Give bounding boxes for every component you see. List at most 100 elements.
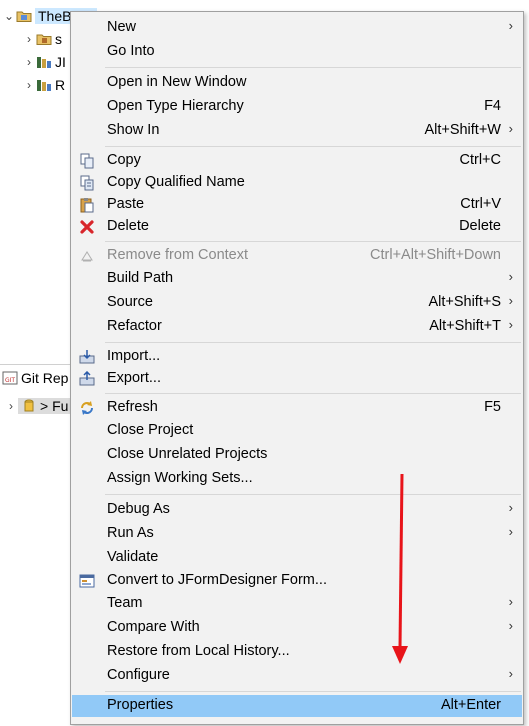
menu-item-open-type-hierarchy[interactable]: Open Type Hierarchy F4 [72, 96, 522, 118]
menu-item-source[interactable]: Source Alt+Shift+S › [72, 292, 522, 314]
menu-item-label: Remove from Context [107, 247, 249, 263]
menu-item-label: Build Path [107, 270, 174, 286]
submenu-arrow-icon: › [508, 317, 513, 332]
menu-item-label: Close Project [107, 422, 194, 438]
tree-row-child[interactable]: › R [22, 75, 65, 95]
chevron-right-icon[interactable]: › [22, 78, 36, 92]
menu-item-run-as[interactable]: Run As › [72, 523, 522, 545]
menu-item-label: Refresh [107, 399, 158, 415]
menu-item-label: Go Into [107, 43, 155, 59]
menu-item-shortcut: Alt+Enter [440, 697, 501, 713]
menu-item-label: Team [107, 595, 143, 611]
menu-item-shortcut: Alt+Shift+S [428, 294, 501, 310]
menu-item-open-in-new-window[interactable]: Open in New Window [72, 72, 522, 94]
jformdesigner-icon [79, 574, 95, 588]
library-icon [37, 80, 51, 91]
submenu-arrow-icon: › [508, 269, 513, 284]
tree-row-child[interactable]: › JI [22, 52, 66, 72]
menu-separator [105, 494, 521, 495]
submenu-arrow-icon: › [508, 666, 513, 681]
tree-row-child[interactable]: › s [22, 29, 62, 49]
copy-icon [80, 153, 94, 169]
menu-item-shortcut: Ctrl+C [459, 152, 502, 168]
chevron-down-icon[interactable]: ⌄ [2, 9, 16, 23]
menu-item-build-path[interactable]: Build Path › [72, 268, 522, 290]
menu-item-label: Show In [107, 122, 160, 138]
tree-child-label[interactable]: R [55, 77, 65, 93]
menu-item-debug-as[interactable]: Debug As › [72, 499, 522, 521]
menu-item-label: Configure [107, 667, 170, 683]
menu-item-new[interactable]: New › [72, 17, 522, 39]
source-folder-icon [36, 34, 52, 45]
menu-item-paste[interactable]: Paste Ctrl+V [72, 194, 522, 216]
menu-item-show-in[interactable]: Show In Alt+Shift+W › [72, 120, 522, 142]
git-repo-item[interactable]: > Fu [18, 398, 72, 414]
menu-item-label: Source [107, 294, 153, 310]
git-repositories-tab[interactable]: GIT Git Rep [0, 364, 80, 391]
import-icon [79, 350, 95, 364]
remove-context-icon [81, 251, 93, 262]
menu-item-label: Run As [107, 525, 154, 541]
menu-item-restore-from-local-history[interactable]: Restore from Local History... [72, 641, 522, 663]
menu-item-shortcut: Alt+Shift+T [429, 318, 501, 334]
menu-separator [105, 691, 521, 692]
menu-item-label: Copy [107, 152, 141, 168]
menu-item-team[interactable]: Team › [72, 593, 522, 615]
menu-separator [105, 241, 521, 242]
menu-item-validate[interactable]: Validate [72, 547, 522, 569]
context-menu: New › Go Into Open in New Window Open Ty… [70, 11, 524, 725]
menu-item-assign-working-sets[interactable]: Assign Working Sets... [72, 468, 522, 490]
menu-item-label: Validate [107, 549, 159, 565]
menu-separator [105, 393, 521, 394]
menu-item-label: Properties [107, 697, 174, 713]
menu-item-close-unrelated-projects[interactable]: Close Unrelated Projects [72, 444, 522, 466]
menu-item-import[interactable]: Import... [72, 346, 522, 368]
refresh-icon [81, 401, 93, 415]
repository-icon [24, 399, 34, 412]
submenu-arrow-icon: › [508, 594, 513, 609]
menu-item-refactor[interactable]: Refactor Alt+Shift+T › [72, 316, 522, 338]
submenu-arrow-icon: › [508, 18, 513, 33]
submenu-arrow-icon: › [508, 524, 513, 539]
menu-item-refresh[interactable]: Refresh F5 [72, 397, 522, 419]
menu-item-shortcut: Delete [459, 218, 501, 234]
svg-text:GIT: GIT [5, 377, 15, 384]
menu-item-label: Copy Qualified Name [107, 174, 245, 190]
chevron-right-icon[interactable]: › [4, 399, 18, 413]
menu-item-label: Delete [107, 218, 149, 234]
menu-item-label: Compare With [107, 619, 200, 635]
menu-item-shortcut: F4 [484, 98, 501, 114]
menu-item-copy-qualified-name[interactable]: Copy Qualified Name [72, 172, 522, 194]
project-folder-icon [16, 11, 32, 22]
menu-item-convert-to-jformdesigner[interactable]: Convert to JFormDesigner Form... [72, 570, 522, 592]
menu-item-go-into[interactable]: Go Into [72, 41, 522, 63]
menu-item-properties[interactable]: Properties Alt+Enter [72, 695, 522, 717]
menu-item-shortcut: F5 [484, 399, 501, 415]
menu-item-export[interactable]: Export... [72, 368, 522, 390]
submenu-arrow-icon: › [508, 293, 513, 308]
menu-item-label: Close Unrelated Projects [107, 446, 268, 462]
git-panel-title: Git Rep [21, 370, 69, 386]
menu-item-delete[interactable]: Delete Delete [72, 216, 522, 238]
menu-item-label: Import... [107, 348, 161, 364]
menu-item-label: Open in New Window [107, 74, 247, 90]
menu-item-remove-from-context[interactable]: Remove from Context Ctrl+Alt+Shift+Down [72, 245, 522, 267]
menu-item-copy[interactable]: Copy Ctrl+C [72, 150, 522, 172]
menu-item-shortcut: Alt+Shift+W [424, 122, 501, 138]
menu-item-close-project[interactable]: Close Project [72, 420, 522, 442]
menu-item-label: New [107, 19, 137, 35]
menu-item-configure[interactable]: Configure › [72, 665, 522, 687]
tree-child-label[interactable]: s [55, 31, 62, 47]
menu-item-compare-with[interactable]: Compare With › [72, 617, 522, 639]
menu-item-label: Open Type Hierarchy [107, 98, 244, 114]
menu-separator [105, 146, 521, 147]
git-repo-row[interactable]: › > Fu [4, 396, 72, 416]
chevron-right-icon[interactable]: › [22, 32, 36, 46]
chevron-right-icon[interactable]: › [22, 55, 36, 69]
menu-item-label: Debug As [107, 501, 170, 517]
git-repo-label[interactable]: > Fu [40, 398, 68, 414]
library-icon [37, 57, 51, 68]
menu-item-label: Assign Working Sets... [107, 470, 253, 486]
menu-item-shortcut: Ctrl+V [460, 196, 501, 212]
tree-child-label[interactable]: JI [55, 54, 66, 70]
